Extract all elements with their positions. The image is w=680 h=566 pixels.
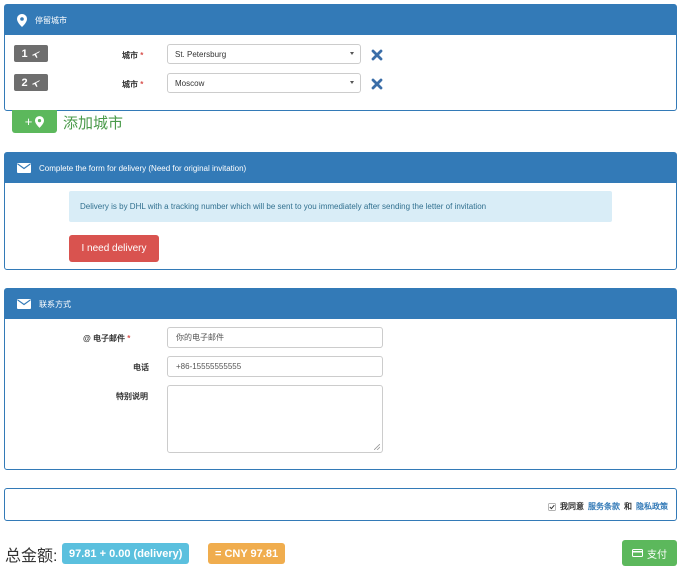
stay-cities-heading: 停留城市 xyxy=(5,5,676,35)
map-marker-icon xyxy=(17,13,27,27)
stay-cities-panel: 停留城市 1 城市 * St. Petersburg 2 城市 * Moscow xyxy=(4,4,677,111)
pay-button[interactable]: 支付 xyxy=(622,540,677,566)
city-number-badge: 1 xyxy=(14,45,48,62)
credit-card-icon xyxy=(632,549,643,557)
city-select[interactable]: St. Petersburg xyxy=(167,44,361,64)
city-select[interactable]: Moscow xyxy=(167,73,361,93)
contact-panel: 联系方式 @ 电子邮件 * 你的电子邮件 电话 +86-15555555555 … xyxy=(4,288,677,470)
stay-cities-title: 停留城市 xyxy=(35,15,67,25)
city-select-value: St. Petersburg xyxy=(175,49,227,59)
phone-label: 电话 xyxy=(133,363,149,372)
email-label: @ 电子邮件 * xyxy=(83,334,131,343)
phone-value: +86-15555555555 xyxy=(176,362,242,371)
contact-heading: 联系方式 xyxy=(5,289,676,319)
delivery-info: Delivery is by DHL with a tracking numbe… xyxy=(69,191,612,222)
plane-icon xyxy=(31,79,40,87)
map-marker-icon xyxy=(35,115,45,128)
envelope-icon xyxy=(17,163,31,173)
city-number: 1 xyxy=(21,47,28,60)
agreement-row: 我同意 服务条款 和 隐私政策 xyxy=(548,501,668,512)
notes-textarea[interactable] xyxy=(167,385,383,453)
delivery-panel: Complete the form for delivery (Need for… xyxy=(4,152,677,270)
city-select-value: Moscow xyxy=(175,78,205,88)
amount-badge: 97.81 + 0.00 (delivery) xyxy=(62,543,190,564)
converted-badge: = CNY 97.81 xyxy=(208,543,286,564)
remove-icon[interactable] xyxy=(371,49,383,61)
delivery-heading: Complete the form for delivery (Need for… xyxy=(5,153,676,183)
city-label: 城市 * xyxy=(122,80,144,89)
plane-icon xyxy=(31,50,40,58)
pay-label: 支付 xyxy=(647,549,667,561)
agree-and: 和 xyxy=(624,502,632,511)
city-number-badge: 2 xyxy=(14,74,48,91)
add-city-label[interactable]: 添加城市 xyxy=(63,112,123,133)
privacy-link[interactable]: 隐私政策 xyxy=(636,501,668,512)
phone-field[interactable]: +86-15555555555 xyxy=(167,356,383,377)
chevron-down-icon xyxy=(350,81,354,84)
delivery-title: Complete the form for delivery (Need for… xyxy=(39,163,247,173)
chevron-down-icon xyxy=(350,52,354,55)
need-delivery-button[interactable]: I need delivery xyxy=(69,235,159,262)
city-label: 城市 * xyxy=(122,51,144,60)
total-label: 总金额: xyxy=(5,548,58,565)
email-field[interactable]: 你的电子邮件 xyxy=(167,327,383,348)
add-city-button[interactable]: + xyxy=(12,110,57,133)
resize-handle-icon[interactable] xyxy=(374,444,380,450)
add-plus: + xyxy=(24,114,33,129)
city-number: 2 xyxy=(21,76,28,89)
checkbox-icon[interactable] xyxy=(548,502,556,511)
agreement-panel: 我同意 服务条款 和 隐私政策 xyxy=(4,488,677,521)
remove-icon[interactable] xyxy=(371,78,383,90)
email-placeholder: 你的电子邮件 xyxy=(176,333,224,342)
terms-link[interactable]: 服务条款 xyxy=(588,501,620,512)
agree-prefix: 我同意 xyxy=(560,502,584,511)
envelope-icon xyxy=(17,299,31,309)
contact-title: 联系方式 xyxy=(39,299,71,309)
notes-label: 特别说明 xyxy=(116,392,148,401)
